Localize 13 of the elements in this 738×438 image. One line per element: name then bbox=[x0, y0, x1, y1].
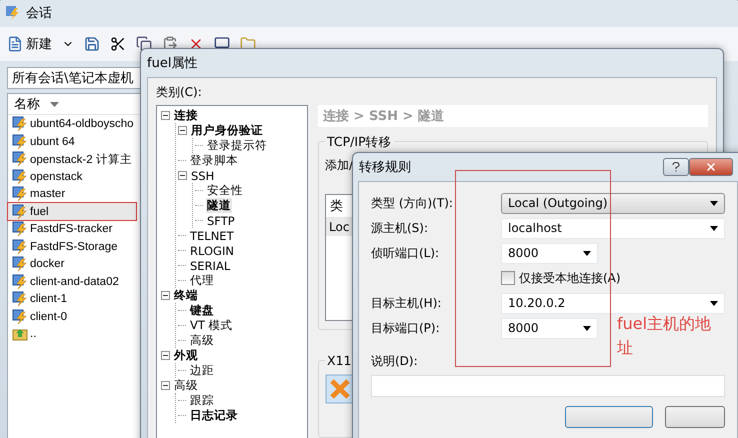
field-label: 侦听端口(L): bbox=[371, 244, 440, 262]
field-label: 目标端口(P): bbox=[371, 320, 441, 336]
window-title: fuel属性 bbox=[147, 55, 198, 72]
breadcrumb: 连接 > SSH > 隧道 bbox=[318, 105, 708, 127]
category-label: 类别(C): bbox=[156, 84, 203, 101]
group-title: TCP/IP转移 bbox=[325, 134, 394, 151]
field-label: 目标主机(H): bbox=[371, 294, 442, 312]
dialog-title: 转移规则 bbox=[359, 159, 411, 176]
group-title: X11 bbox=[325, 353, 354, 368]
field-label: 说明(D): bbox=[371, 352, 419, 370]
window-title: 会话 bbox=[26, 5, 52, 22]
annotation-note: fuel主机的地址 bbox=[617, 313, 712, 359]
field-label: 源主机(S): bbox=[371, 220, 430, 236]
